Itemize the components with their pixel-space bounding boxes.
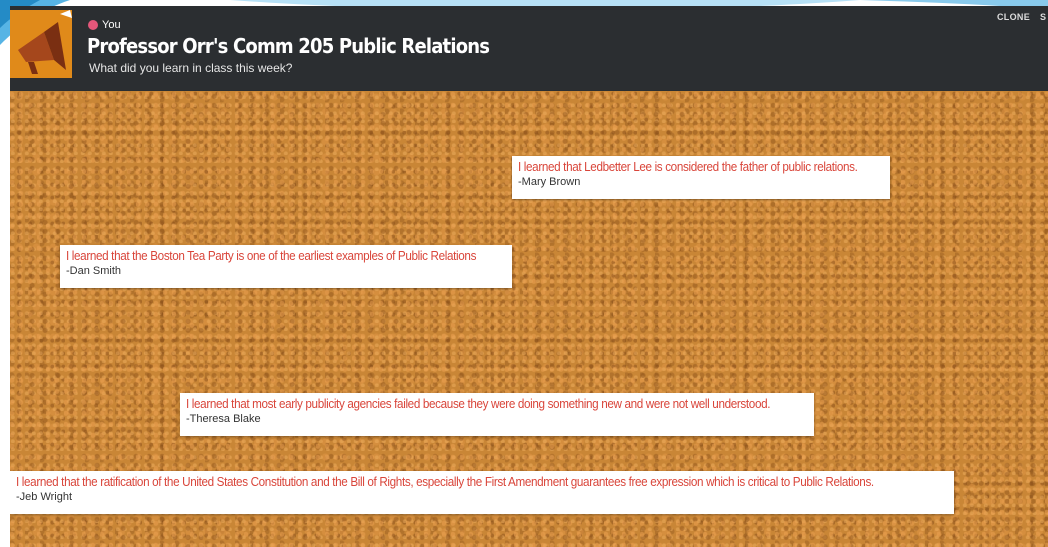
megaphone-icon[interactable] xyxy=(10,10,72,78)
post-text: I learned that the Boston Tea Party is o… xyxy=(66,248,477,263)
avatar[interactable] xyxy=(88,20,98,30)
post-author: -Theresa Blake xyxy=(186,413,261,425)
clone-button[interactable]: CLONE xyxy=(997,12,1030,22)
wall-header: You Professor Orr's Comm 205 Public Rela… xyxy=(10,6,1048,91)
post-author: -Mary Brown xyxy=(518,176,581,188)
post-author: -Jeb Wright xyxy=(16,491,73,503)
post-text: I learned that the ratification of the U… xyxy=(16,474,874,489)
post-text: I learned that Ledbetter Lee is consider… xyxy=(518,159,858,174)
post-author: -Dan Smith xyxy=(66,265,122,277)
post-card[interactable]: I learned that the Boston Tea Party is o… xyxy=(60,245,512,288)
share-button[interactable]: S xyxy=(1040,12,1048,22)
author-line: You xyxy=(88,19,121,31)
page-title: Professor Orr's Comm 205 Public Relation… xyxy=(87,34,490,58)
post-text: I learned that most early publicity agen… xyxy=(186,396,771,411)
post-card[interactable]: I learned that the ratification of the U… xyxy=(10,471,954,514)
page-subtitle: What did you learn in class this week? xyxy=(89,61,293,75)
padlet-wall: You Professor Orr's Comm 205 Public Rela… xyxy=(10,6,1048,547)
post-card[interactable]: I learned that most early publicity agen… xyxy=(180,393,814,436)
author-name: You xyxy=(102,19,121,31)
post-card[interactable]: I learned that Ledbetter Lee is consider… xyxy=(512,156,890,199)
cork-board: I learned that Ledbetter Lee is consider… xyxy=(10,91,1048,547)
